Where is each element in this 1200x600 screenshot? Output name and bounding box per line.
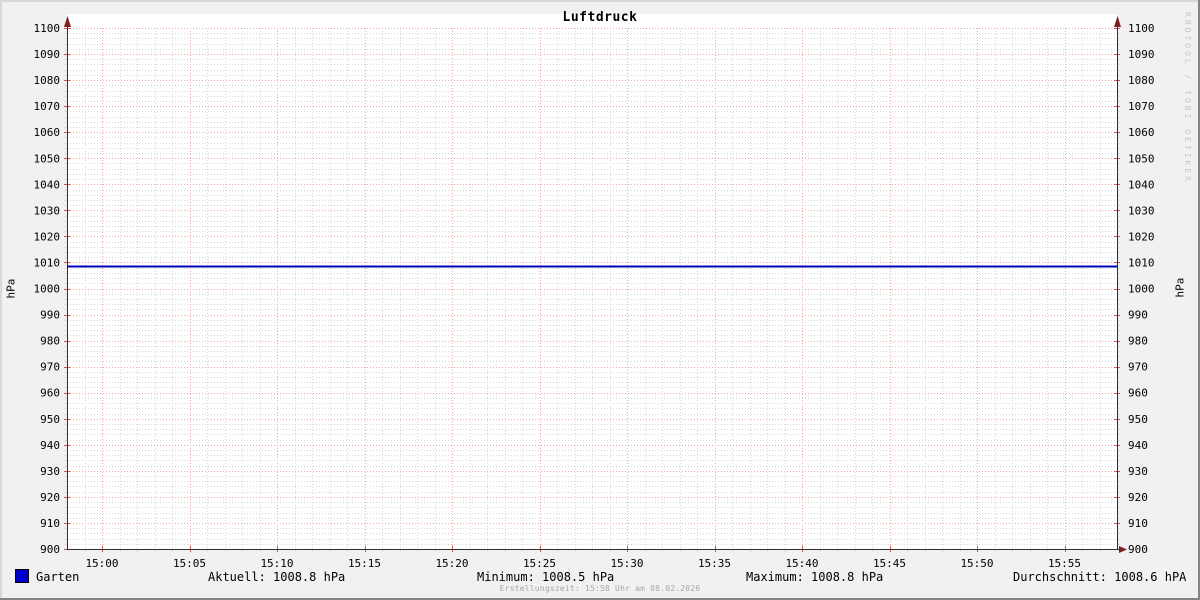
- svg-text:1090: 1090: [1128, 48, 1155, 61]
- svg-text:900: 900: [40, 543, 60, 556]
- svg-text:1090: 1090: [34, 48, 61, 61]
- svg-text:940: 940: [40, 439, 60, 452]
- svg-text:15:05: 15:05: [173, 557, 206, 570]
- right-arrow-icon: [1119, 546, 1127, 553]
- svg-text:1040: 1040: [34, 178, 61, 191]
- x-tick-labels: 15:00 15:05 15:10 15:15 15:20 15:25 15:30 15:35…: [85, 557, 1081, 570]
- svg-text:15:40: 15:40: [785, 557, 818, 570]
- svg-text:910: 910: [1128, 517, 1148, 530]
- stat-durchschnitt: Durchschnitt: 1008.6 hPA: [1013, 570, 1186, 584]
- svg-text:15:50: 15:50: [960, 557, 993, 570]
- svg-text:920: 920: [40, 491, 60, 504]
- svg-text:1000: 1000: [1128, 283, 1155, 296]
- svg-text:1020: 1020: [34, 230, 61, 243]
- legend-swatch-garten: [15, 569, 29, 583]
- svg-text:970: 970: [40, 361, 60, 374]
- svg-text:1010: 1010: [34, 256, 61, 269]
- svg-text:15:45: 15:45: [873, 557, 906, 570]
- svg-text:1000: 1000: [34, 283, 61, 296]
- y-axis-label-left: hPa: [5, 269, 18, 309]
- svg-text:15:00: 15:00: [85, 557, 118, 570]
- svg-text:900: 900: [1128, 543, 1148, 556]
- y-tick-labels-right: 900 910 920 930 940 950 960 970 980 990 1000 1010 10…: [1128, 22, 1155, 556]
- svg-text:1010: 1010: [1128, 256, 1155, 269]
- svg-text:1030: 1030: [34, 204, 61, 217]
- y-axis-label-right: hPa: [1174, 268, 1187, 308]
- svg-text:940: 940: [1128, 439, 1148, 452]
- svg-text:15:10: 15:10: [260, 557, 293, 570]
- svg-text:15:25: 15:25: [523, 557, 556, 570]
- svg-text:920: 920: [1128, 491, 1148, 504]
- svg-text:15:20: 15:20: [435, 557, 468, 570]
- svg-text:910: 910: [40, 517, 60, 530]
- svg-text:960: 960: [1128, 387, 1148, 400]
- svg-text:930: 930: [1128, 465, 1148, 478]
- svg-text:1060: 1060: [34, 126, 61, 139]
- chart-canvas: 900 910 920 930 940 950 960 970 980 990 1000 1010 10…: [0, 0, 1200, 600]
- rrdtool-watermark: RRDTOOL / TOBI OETIKER: [1183, 12, 1192, 184]
- y-tick-labels-left: 900 910 920 930 940 950 960 970 980 990 1000 1010 10…: [34, 22, 61, 556]
- svg-text:960: 960: [40, 387, 60, 400]
- stat-minimum: Minimum: 1008.5 hPa: [477, 570, 614, 584]
- svg-text:1080: 1080: [1128, 74, 1155, 87]
- svg-text:990: 990: [1128, 309, 1148, 322]
- rrdtool-graph: 900 910 920 930 940 950 960 970 980 990 1000 1010 10…: [0, 0, 1200, 600]
- svg-text:1050: 1050: [34, 152, 61, 165]
- svg-text:950: 950: [1128, 413, 1148, 426]
- svg-text:1070: 1070: [1128, 100, 1155, 113]
- svg-text:950: 950: [40, 413, 60, 426]
- chart-title: Luftdruck: [0, 10, 1200, 25]
- svg-text:990: 990: [40, 309, 60, 322]
- svg-text:15:30: 15:30: [610, 557, 643, 570]
- svg-text:980: 980: [40, 335, 60, 348]
- svg-text:1050: 1050: [1128, 152, 1155, 165]
- svg-text:1080: 1080: [34, 74, 61, 87]
- svg-text:970: 970: [1128, 361, 1148, 374]
- svg-text:1060: 1060: [1128, 126, 1155, 139]
- stat-aktuell: Aktuell: 1008.8 hPa: [208, 570, 345, 584]
- legend-label-garten: Garten: [36, 570, 79, 584]
- creation-time-footer: Erstellungszeit: 15:58 Uhr am 08.02.2026: [0, 584, 1200, 593]
- svg-text:15:35: 15:35: [698, 557, 731, 570]
- svg-text:15:55: 15:55: [1048, 557, 1081, 570]
- svg-text:1040: 1040: [1128, 178, 1155, 191]
- svg-text:1070: 1070: [34, 100, 61, 113]
- svg-text:1020: 1020: [1128, 230, 1155, 243]
- svg-text:930: 930: [40, 465, 60, 478]
- svg-text:1030: 1030: [1128, 204, 1155, 217]
- svg-text:980: 980: [1128, 335, 1148, 348]
- stat-maximum: Maximum: 1008.8 hPa: [746, 570, 883, 584]
- svg-text:15:15: 15:15: [348, 557, 381, 570]
